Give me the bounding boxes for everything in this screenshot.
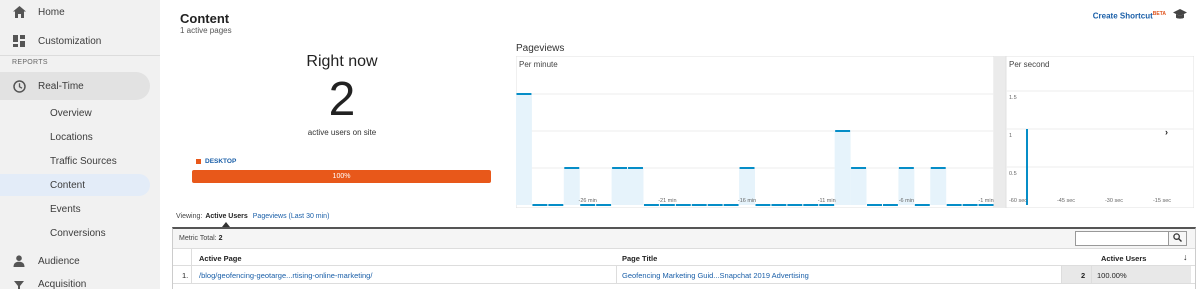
graduation-cap-icon[interactable] [1173,9,1187,23]
nav-realtime-label: Real-Time [38,80,84,92]
device-label: DESKTOP [205,158,237,165]
table-row: 1. /blog/geofencing-geotarge...rtising-o… [173,266,1195,284]
create-shortcut-label: Create Shortcut [1092,11,1153,21]
nav-locations-label: Locations [50,131,93,143]
nav-realtime[interactable]: Real-Time [0,74,160,98]
tab-active-users[interactable]: Active Users [205,213,247,220]
per-minute-label: Per minute [519,60,558,69]
row-index: 1. [182,271,189,280]
pageviews-title: Pageviews [516,43,565,54]
nav-home-label: Home [38,6,65,18]
per-second-label: Per second [1009,60,1049,69]
y-tick-label: 1.5 [1009,95,1017,101]
x-tick-label: -15 sec [1153,198,1171,204]
page-subtitle: 1 active pages [180,26,232,35]
active-users-percent: 100.00% [1097,271,1127,280]
y-tick-label: 0.5 [1009,171,1017,177]
table-header-row: Active Page Page Title Active Users ↓ [173,249,1195,266]
main-content: Content 1 active pages Create ShortcutBE… [172,0,1196,289]
per-minute-bar [850,168,867,205]
column-header-active-page[interactable]: Active Page [199,254,242,263]
metric-total-text: Metric Total: [179,235,217,242]
nav-audience[interactable]: Audience [0,249,160,273]
device-swatch [196,159,201,164]
sidebar-divider [0,55,160,56]
metric-total-row: Metric Total: 2 [173,229,1195,249]
active-users-caption: active users on site [307,128,377,137]
nav-customization[interactable]: Customization [0,29,160,53]
x-tick-label: -6 min [899,198,914,204]
viewing-bar: Viewing: Active Users Pageviews (Last 30 m… [176,213,329,220]
sort-descending-icon[interactable]: ↓ [1183,252,1188,262]
per-second-bar [1026,129,1028,205]
sidebar: Home Customization REPORTS Real-Time Ove… [0,0,160,289]
page-title-link[interactable]: Geofencing Marketing Guid...Snapchat 201… [622,271,809,280]
nav-conversions[interactable]: Conversions [0,221,160,245]
tab-pageviews[interactable]: Pageviews (Last 30 min) [253,213,330,220]
x-tick-label: -26 min [579,198,597,204]
device-legend: DESKTOP [196,158,236,165]
active-page-link[interactable]: /blog/geofencing-geotarge...rtising-onli… [199,271,372,280]
dashboard-icon [12,34,26,48]
x-tick-label: -16 min [738,198,756,204]
per-minute-bar [930,168,947,205]
nav-overview-label: Overview [50,107,92,119]
device-share-bar: 100% [192,170,491,183]
clock-icon [12,79,26,93]
table-search-input[interactable] [1075,231,1169,246]
nav-home[interactable]: Home [0,0,160,24]
column-divider [616,266,617,283]
right-now-label: Right now [306,53,378,70]
nav-events[interactable]: Events [0,197,160,221]
x-tick-label: -60 sec [1009,198,1027,204]
nav-acquisition-label: Acquisition [38,279,87,289]
acquisition-icon [12,279,26,289]
nav-events-label: Events [50,203,81,215]
column-divider [191,266,192,283]
beta-badge: BETA [1152,11,1166,17]
active-users-value: 2 [1081,271,1086,280]
pageviews-chart: Per minute Per second › 123-26 min-21 mi… [516,56,1194,208]
column-header-page-title[interactable]: Page Title [622,254,657,263]
x-tick-label: -11 min [818,198,836,204]
per-minute-bar [611,168,628,205]
chart-divider [994,56,1006,208]
column-divider [191,249,192,265]
x-tick-label: -30 sec [1105,198,1123,204]
nav-traffic-sources-label: Traffic Sources [50,155,117,167]
nav-overview[interactable]: Overview [0,101,160,125]
person-icon [12,254,26,268]
x-tick-label: -1 min [978,198,993,204]
x-tick-label: -45 sec [1057,198,1075,204]
per-minute-bar [563,168,580,205]
per-minute-bar [516,94,532,205]
metric-total-value: 2 [218,235,223,242]
content-table: Metric Total: 2 Active Page Page Title Ac… [172,227,1196,289]
column-divider [1091,266,1092,283]
metric-total-label: Metric Total: 2 [179,235,223,242]
reports-section-label: REPORTS [12,59,48,66]
nav-content-label: Content [50,179,86,191]
create-shortcut-link[interactable]: Create ShortcutBETA [1093,11,1166,21]
nav-conversions-label: Conversions [50,227,106,239]
per-minute-bar [627,168,644,205]
nav-locations[interactable]: Locations [0,125,160,149]
search-icon [1173,232,1182,245]
nav-content[interactable]: Content [0,173,160,197]
column-divider [1061,266,1062,283]
page-title: Content [180,11,230,26]
home-icon [12,5,26,19]
active-users-count: 2 [328,73,356,126]
viewing-label: Viewing: [176,213,203,220]
x-tick-label: -21 min [658,198,676,204]
per-minute-bar [834,131,851,205]
nav-customization-label: Customization [38,35,102,47]
nav-traffic-sources[interactable]: Traffic Sources [0,149,160,173]
column-header-active-users[interactable]: Active Users [1101,254,1146,263]
y-tick-label: 1 [1009,133,1012,139]
nav-acquisition[interactable]: Acquisition [0,279,160,289]
nav-audience-label: Audience [38,255,80,267]
table-search-button[interactable] [1169,231,1187,246]
